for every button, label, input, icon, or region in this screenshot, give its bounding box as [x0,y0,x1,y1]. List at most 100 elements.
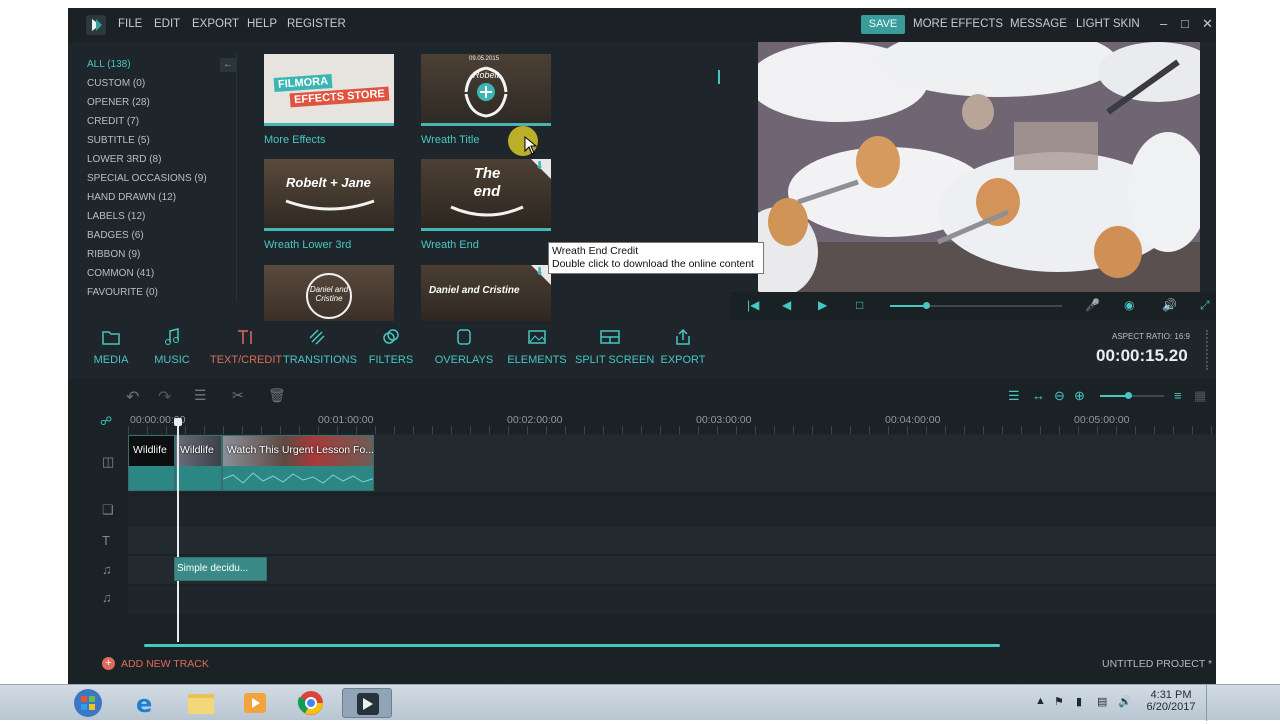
playhead[interactable] [177,420,179,642]
light-skin-link[interactable]: LIGHT SKIN [1076,18,1140,30]
snap-icon[interactable]: ☍ [100,414,112,428]
audio-clip[interactable]: Simple decidu... [174,557,267,581]
zoom-slider[interactable] [1100,392,1164,399]
playhead-handle[interactable] [174,418,182,426]
filmora-taskbar-icon[interactable] [342,688,392,718]
tray-up-arrow-icon[interactable]: ▲ [1035,695,1046,707]
list-view-icon[interactable]: ≡ [1174,388,1182,403]
text-credit-button[interactable]: TEXT/CREDIT [210,328,282,368]
transitions-button[interactable]: TRANSITIONS [283,328,357,368]
microphone-icon[interactable]: 🎤 [1085,298,1100,312]
flag-icon[interactable]: ⚑ [1054,695,1064,708]
skip-back-icon[interactable]: |◀ [747,298,759,312]
download-arrow-icon[interactable]: ⬇ [535,265,544,278]
category-custom[interactable]: CUSTOM (0) [87,78,145,89]
close-icon[interactable]: ✕ [1202,16,1213,32]
media-button[interactable]: MEDIA [76,328,146,368]
audio-mixer-icon[interactable]: ☰ [1008,388,1020,404]
export-button[interactable]: EXPORT [648,328,718,368]
time-ruler[interactable] [128,426,1216,434]
network-icon[interactable]: ▤ [1097,695,1107,708]
start-button[interactable] [70,688,106,718]
menu-export[interactable]: EXPORT [192,18,239,30]
video-clip[interactable]: Wildlife [175,435,222,491]
video-clip[interactable]: Wildlife [128,435,175,491]
library-scrollbar[interactable] [718,70,720,84]
zoom-in-icon[interactable]: ⊕ [1074,388,1085,404]
fit-timeline-icon[interactable]: ↔ [1032,388,1045,403]
play-icon[interactable]: ▶ [818,298,827,312]
music-track-icon: ♫ [102,562,112,577]
redo-icon[interactable]: ↷ [158,387,171,407]
zoom-out-icon[interactable]: ⊖ [1054,388,1065,404]
chrome-icon[interactable] [290,688,332,718]
category-ribbon[interactable]: RIBBON (9) [87,249,140,260]
ruler-label: 00:05:00:00 [1074,414,1130,426]
snapshot-icon[interactable]: ◉ [1124,298,1134,312]
category-common[interactable]: COMMON (41) [87,268,154,279]
export-icon [676,328,690,345]
music-label: MUSIC [154,354,190,366]
wreath-end-thumbnail[interactable]: The end ⬇ [421,159,551,231]
daniel-cristine-banner-thumbnail[interactable]: Daniel and Cristine ⬇ [421,265,551,321]
pip-track-icon: ❏ [102,502,114,517]
effects-store-thumbnail[interactable]: FILMORA EFFECTS STORE [264,54,394,126]
category-credit[interactable]: CREDIT (7) [87,116,139,127]
daniel-cristine-thumbnail[interactable]: Daniel and Cristine [264,265,394,321]
category-badges[interactable]: BADGES (6) [87,230,144,241]
menu-file[interactable]: FILE [118,18,142,30]
category-opener[interactable]: OPENER (28) [87,97,150,108]
resize-handle[interactable] [1206,330,1210,370]
internet-explorer-icon[interactable]: e [124,688,166,718]
elements-button[interactable]: ELEMENTS [502,328,572,368]
timeline-scrollbar[interactable] [144,644,1000,647]
clock[interactable]: 4:31 PM 6/20/2017 [1146,689,1196,713]
battery-icon[interactable]: ▮ [1076,695,1082,708]
wreath-lower-3rd-thumbnail[interactable]: Robelt + Jane [264,159,394,231]
maximize-icon[interactable]: □ [1181,16,1189,31]
undo-icon[interactable]: ↶ [126,387,139,407]
category-all[interactable]: ALL (138) [87,59,131,70]
speaker-icon[interactable]: 🔊 [1118,695,1132,708]
show-desktop-button[interactable] [1206,685,1216,721]
stop-icon[interactable]: □ [856,298,863,312]
menu-register[interactable]: REGISTER [287,18,346,30]
add-new-track-button[interactable]: ADD NEW TRACK [121,658,209,670]
media-player-icon[interactable] [234,688,276,718]
category-subtitle[interactable]: SUBTITLE (5) [87,135,150,146]
zoom-slider-handle[interactable] [1125,392,1132,399]
minimize-icon[interactable]: – [1160,16,1167,31]
delete-icon[interactable]: 🗑 [268,387,286,404]
menu-edit[interactable]: EDIT [154,18,180,30]
step-back-icon[interactable]: ◀ [782,298,791,312]
grid-view-icon[interactable]: ▦ [1194,388,1206,404]
adjust-icon[interactable]: ☰ [194,387,207,404]
preview-frame-image [758,42,1200,292]
add-icon[interactable]: + [102,657,115,670]
project-name: UNTITLED PROJECT * [1102,658,1213,670]
fullscreen-icon[interactable]: ⤢ [1200,298,1210,313]
playback-slider[interactable] [890,302,1062,309]
message-link[interactable]: MESSAGE [1010,18,1067,30]
save-button[interactable]: SAVE [861,15,905,34]
more-effects-link[interactable]: MORE EFFECTS [913,18,1003,30]
split-screen-button[interactable]: SPLIT SCREEN [575,328,654,368]
category-special-occasions[interactable]: SPECIAL OCCASIONS (9) [87,173,207,184]
menu-help[interactable]: HELP [247,18,277,30]
download-arrow-icon[interactable]: ⬇ [535,159,544,172]
volume-icon[interactable]: 🔊 [1162,298,1177,312]
file-explorer-icon[interactable] [180,688,222,718]
collapse-arrow-icon[interactable]: ← [220,58,236,72]
video-clip[interactable]: Watch This Urgent Lesson Fo... [222,435,374,491]
category-hand-drawn[interactable]: HAND DRAWN (12) [87,192,176,203]
tooltip: Wreath End Credit Double click to downlo… [548,242,764,274]
category-favourite[interactable]: FAVOURITE (0) [87,287,158,298]
category-labels[interactable]: LABELS (12) [87,211,145,222]
cut-icon[interactable]: ✂ [232,387,244,404]
playback-slider-handle[interactable] [923,302,930,309]
filters-button[interactable]: FILTERS [356,328,426,368]
wreath-title-thumbnail[interactable]: 09.05.2015 Robelt [421,54,551,126]
overlays-button[interactable]: OVERLAYS [429,328,499,368]
music-button[interactable]: MUSIC [137,328,207,368]
category-lower-3rd[interactable]: LOWER 3RD (8) [87,154,161,165]
